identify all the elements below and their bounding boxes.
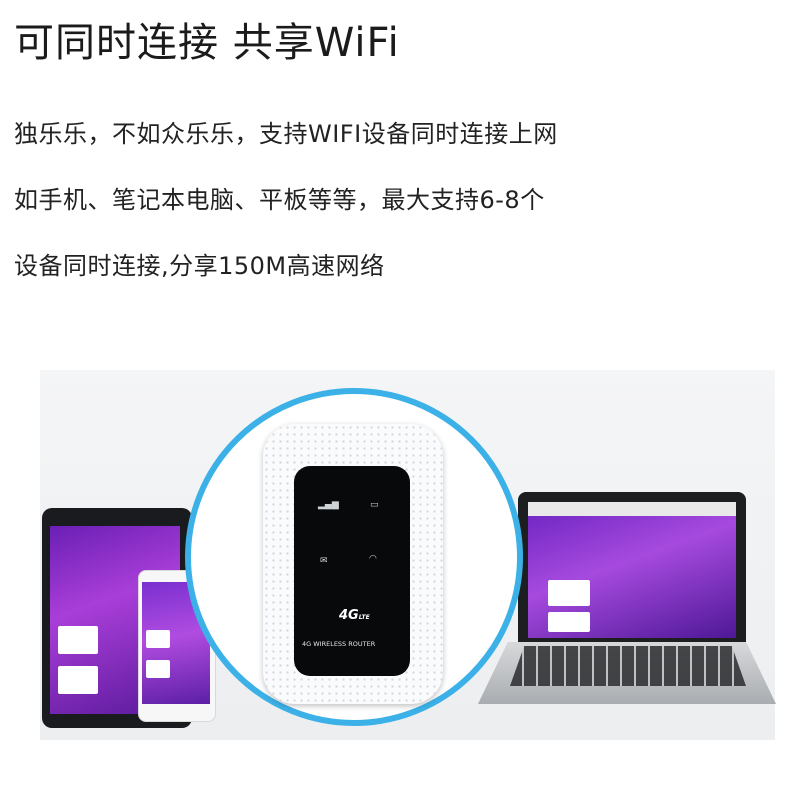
router-label: 4G WIRELESS ROUTER [302,640,376,648]
tablet-product-card [58,626,98,654]
message-icon: ✉ [320,556,328,566]
router-logo-sub: LTE [358,614,370,621]
description-line-2: 如手机、笔记本电脑、平板等等，最大支持6-8个 [14,186,545,214]
laptop-screen [528,502,736,638]
battery-icon: ▭ [370,500,379,510]
phone-product-card [146,630,170,648]
laptop-product-card [548,580,590,606]
description-line-3: 设备同时连接,分享150M高速网络 [14,252,385,280]
laptop-product-card [548,612,590,632]
browser-address-bar [528,502,736,516]
router-logo-text: 4G [339,608,359,623]
router-logo: 4GLTE [339,608,370,623]
tablet-product-card [58,666,98,694]
wifi-icon: ◠ [369,554,377,564]
laptop-keyboard [510,646,746,686]
signal-icon: ▂▄▆ [318,500,339,510]
phone-product-card [146,660,170,678]
description-line-1: 独乐乐，不如众乐乐，支持WIFI设备同时连接上网 [14,120,558,148]
headline: 可同时连接 共享WiFi [14,20,400,66]
